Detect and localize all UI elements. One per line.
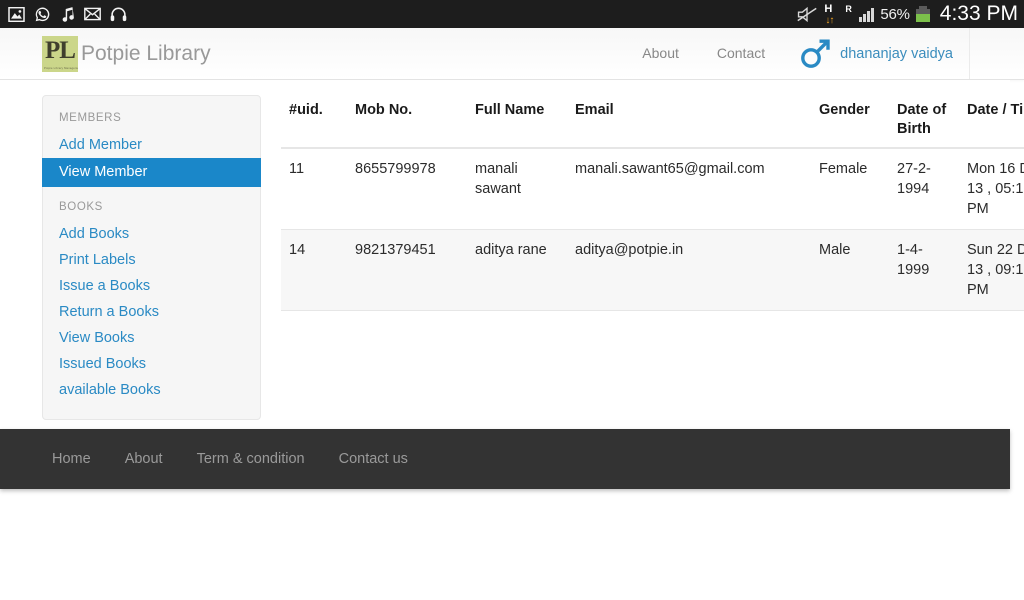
- sidebar-item-print-labels[interactable]: Print Labels: [43, 247, 260, 273]
- cell-email: manali.sawant65@gmail.com: [567, 148, 811, 230]
- navbar-right: About Contact dhananjay vaidya: [623, 28, 1024, 79]
- network-letter: H: [824, 3, 833, 15]
- sidebar-item-view-member[interactable]: View Member: [42, 158, 261, 187]
- battery-percent-label: 56%: [880, 5, 910, 23]
- column-header-date-of-birth: Date of Birth: [889, 93, 959, 149]
- cell-gender: Female: [811, 148, 889, 230]
- column-header-date-time: Date / Time: [959, 93, 1024, 149]
- footer-link-home[interactable]: Home: [52, 451, 91, 467]
- cell-datetime: Sun 22 Dec 13 , 09:12 PM: [959, 229, 1024, 311]
- sidebar-item-available-books[interactable]: available Books: [43, 377, 260, 403]
- sidebar-item-view-books[interactable]: View Books: [43, 325, 260, 351]
- navbar-tail-spacer: [970, 28, 1024, 79]
- cell-name: manali sawant: [467, 148, 567, 230]
- cell-email: aditya@potpie.in: [567, 229, 811, 311]
- roaming-letter: R: [845, 4, 852, 14]
- logo-subtext: Potpie Library Management: [44, 65, 78, 70]
- members-table-body: 11 8655799978 manali sawant manali.sawan…: [281, 148, 1024, 311]
- headphones-icon: [110, 6, 127, 22]
- potpie-logo: PL Potpie Library Management: [42, 35, 78, 72]
- network-type-h-icon: H ↓↑: [823, 3, 839, 26]
- gallery-icon: [8, 6, 25, 22]
- sidebar-heading-books: BOOKS: [59, 201, 103, 213]
- column-header-email: Email: [567, 93, 811, 149]
- table-row: 11 8655799978 manali sawant manali.sawan…: [281, 148, 1024, 230]
- clock-label: 4:33 PM: [939, 2, 1018, 25]
- sidebar-item-add-books[interactable]: Add Books: [43, 221, 260, 247]
- cell-dob: 27-2-1994: [889, 148, 959, 230]
- footer-link-about[interactable]: About: [125, 451, 163, 467]
- sidebar-nav: MEMBERS Add Member View Member BOOKS Add…: [42, 95, 261, 420]
- column-header-gender: Gender: [811, 93, 889, 149]
- column-header-mob-no: Mob No.: [347, 93, 467, 149]
- brand-title: Potpie Library: [81, 41, 211, 65]
- nav-link-about[interactable]: About: [623, 28, 698, 79]
- members-table-container: #uid. Mob No. Full Name Email Gender Dat…: [281, 93, 1024, 430]
- column-header-full-name: Full Name: [467, 93, 567, 149]
- cell-dob: 1-4-1999: [889, 229, 959, 311]
- status-bar-notification-icons: [8, 6, 127, 23]
- sidebar-item-issue-a-books[interactable]: Issue a Books: [43, 273, 260, 299]
- music-note-icon: [60, 6, 75, 23]
- user-account-menu[interactable]: dhananjay vaidya: [784, 28, 969, 79]
- cell-uid: 11: [281, 148, 347, 230]
- whatsapp-icon: [34, 6, 51, 23]
- signal-strength-icon: [859, 6, 875, 22]
- nav-link-contact[interactable]: Contact: [698, 28, 784, 79]
- mute-icon: [797, 6, 818, 23]
- cell-mob: 9821379451: [347, 229, 467, 311]
- logo-initials: PL: [45, 36, 76, 64]
- battery-icon: [915, 6, 932, 22]
- sidebar-item-add-member[interactable]: Add Member: [43, 132, 260, 158]
- cell-uid: 14: [281, 229, 347, 311]
- browser-page: PL Potpie Library Management Potpie Libr…: [0, 28, 1024, 600]
- sidebar-item-issued-books[interactable]: Issued Books: [43, 351, 260, 377]
- column-header-uid: #uid.: [281, 93, 347, 149]
- table-header-row: #uid. Mob No. Full Name Email Gender Dat…: [281, 93, 1024, 149]
- status-bar-system-icons: H ↓↑ R 56% 4:33 PM: [797, 2, 1018, 26]
- footer-link-terms[interactable]: Term & condition: [197, 451, 305, 467]
- site-navbar: PL Potpie Library Management Potpie Libr…: [0, 28, 1024, 80]
- envelope-icon: [84, 7, 101, 21]
- cell-datetime: Mon 16 Dec 13 , 05:12 PM: [959, 148, 1024, 230]
- cell-mob: 8655799978: [347, 148, 467, 230]
- table-row: 14 9821379451 aditya rane aditya@potpie.…: [281, 229, 1024, 311]
- members-table: #uid. Mob No. Full Name Email Gender Dat…: [281, 93, 1024, 311]
- data-transfer-arrows-icon: ↓↑: [825, 15, 834, 26]
- android-status-bar: H ↓↑ R 56% 4:33 PM: [0, 0, 1024, 28]
- cell-gender: Male: [811, 229, 889, 311]
- cell-name: aditya rane: [467, 229, 567, 311]
- sidebar-heading-members: MEMBERS: [59, 112, 122, 124]
- footer-link-contact-us[interactable]: Contact us: [339, 451, 408, 467]
- members-table-head: #uid. Mob No. Full Name Email Gender Dat…: [281, 93, 1024, 149]
- site-footer: Home About Term & condition Contact us: [0, 429, 1010, 489]
- brand-link[interactable]: PL Potpie Library Management Potpie Libr…: [42, 35, 211, 72]
- male-gender-icon: [798, 37, 832, 71]
- user-name-label: dhananjay vaidya: [840, 45, 953, 62]
- roaming-indicator-icon: R: [845, 4, 853, 24]
- page-content: MEMBERS Add Member View Member BOOKS Add…: [0, 80, 1024, 430]
- sidebar-item-return-a-books[interactable]: Return a Books: [43, 299, 260, 325]
